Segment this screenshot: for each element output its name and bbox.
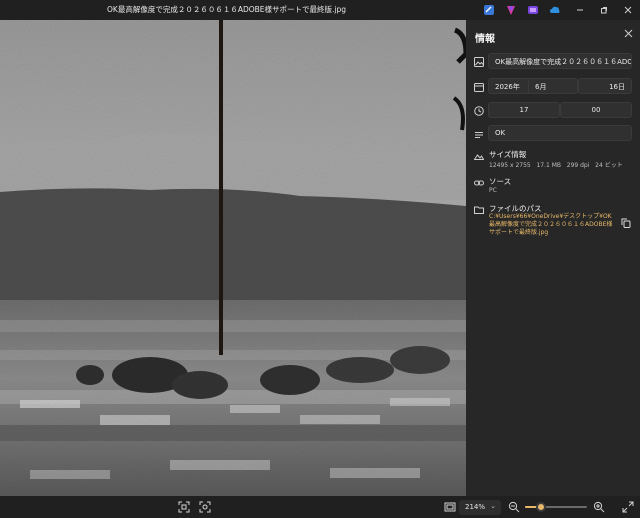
minimize-icon bbox=[577, 9, 583, 11]
actual-size-icon[interactable] bbox=[199, 501, 211, 513]
close-icon bbox=[624, 6, 632, 14]
file-size: 17.1 MB bbox=[536, 162, 562, 169]
zoom-in-icon[interactable] bbox=[593, 501, 605, 513]
close-icon bbox=[624, 29, 633, 38]
size-details: 12495 x 2755 17.1 MB 299 dpi 24 ビット bbox=[489, 160, 623, 169]
zoom-slider-thumb[interactable] bbox=[535, 502, 546, 512]
time-hour-field[interactable]: 17 bbox=[488, 102, 560, 118]
bit-depth: 24 ビット bbox=[595, 162, 623, 169]
designer-app-icon[interactable] bbox=[504, 3, 518, 17]
zoom-level-value: 214% bbox=[465, 503, 486, 511]
size-info-title: サイズ情報 bbox=[489, 150, 527, 159]
date-month-field[interactable]: 6月 bbox=[528, 78, 578, 94]
image-icon bbox=[474, 57, 484, 67]
zoom-slider[interactable] bbox=[525, 502, 587, 512]
copy-icon[interactable] bbox=[621, 218, 631, 228]
fit-screen-icon[interactable] bbox=[444, 501, 456, 513]
text-lines-icon bbox=[475, 132, 483, 138]
restore-icon bbox=[601, 7, 607, 14]
fullscreen-icon[interactable] bbox=[622, 501, 634, 513]
window-controls bbox=[568, 0, 640, 20]
filename-field[interactable]: OK最高解像度で完成２０２６０６１６ADOBE様サポートで最終版 bbox=[488, 53, 632, 69]
file-path-link[interactable]: C:¥Users¥66¥OneDrive¥デスクトップ¥OK最高解像度で完成２０… bbox=[489, 213, 617, 237]
clock-icon bbox=[474, 106, 484, 116]
title-bar: OK最高解像度で完成２０２６０６１６ADOBE様サポートで最終版.jpg bbox=[0, 0, 640, 20]
info-panel: 情報 OK最高解像度で完成２０２６０６１６ADOBE様サポートで最終版 2026… bbox=[466, 20, 640, 496]
minimize-button[interactable] bbox=[568, 0, 592, 20]
cloud-app-icon[interactable] bbox=[548, 3, 562, 17]
panel-title: 情報 bbox=[475, 34, 495, 45]
time-minute-field[interactable]: 00 bbox=[560, 102, 632, 118]
source-title: ソース bbox=[489, 177, 512, 186]
zoom-level-dropdown[interactable]: 214% ⌄ bbox=[459, 500, 501, 515]
folder-icon bbox=[474, 206, 484, 214]
close-button[interactable] bbox=[616, 0, 640, 20]
source-value: PC bbox=[489, 187, 497, 194]
link-icon bbox=[474, 180, 484, 186]
restore-button[interactable] bbox=[592, 0, 616, 20]
clipchamp-app-icon[interactable] bbox=[526, 3, 540, 17]
caption-field[interactable]: OK bbox=[488, 125, 632, 141]
panel-close-button[interactable] bbox=[624, 29, 633, 41]
image-dpi: 299 dpi bbox=[566, 162, 590, 169]
edit-app-icon[interactable] bbox=[482, 3, 496, 17]
date-day-field[interactable]: 16日 bbox=[578, 78, 632, 94]
zoom-out-icon[interactable] bbox=[508, 501, 520, 513]
fit-to-window-icon[interactable] bbox=[178, 501, 190, 513]
calendar-icon bbox=[474, 83, 484, 92]
photo-image bbox=[0, 20, 466, 496]
landscape-icon bbox=[474, 154, 484, 160]
bottom-toolbar: 214% ⌄ bbox=[0, 496, 640, 518]
image-dimensions: 12495 x 2755 bbox=[489, 162, 531, 169]
image-viewer[interactable] bbox=[0, 20, 466, 496]
chevron-down-icon: ⌄ bbox=[490, 502, 496, 510]
window-title: OK最高解像度で完成２０２６０６１６ADOBE様サポートで最終版.jpg bbox=[107, 5, 347, 14]
app-launcher bbox=[482, 3, 562, 17]
